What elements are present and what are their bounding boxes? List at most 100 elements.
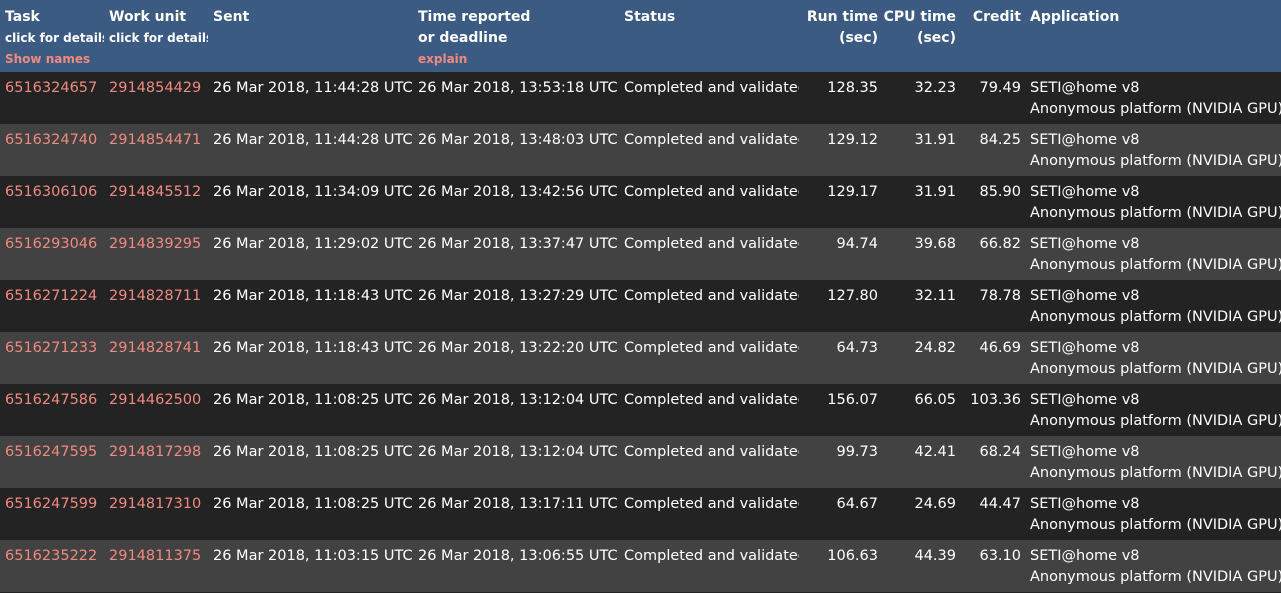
status-cell: Completed and validated [624,80,799,96]
application-cell: SETI@home v8 Anonymous platform (NVIDIA … [1026,540,1281,592]
run-time-cell: 128.35 [827,80,878,96]
task-link[interactable]: 6516247599 [5,496,97,512]
workunit-link[interactable]: 2914462500 [109,392,201,408]
header-workunit-sub: click for details [109,31,208,45]
header-status: Status [619,0,799,72]
header-sent: Sent [208,0,413,72]
header-run-time-unit: (sec) [839,30,878,46]
header-credit: Credit [961,0,1026,72]
workunit-link[interactable]: 2914817298 [109,444,201,460]
run-time-cell: 99.73 [836,444,878,460]
cpu-time-cell: 32.23 [914,80,956,96]
sent-cell: 26 Mar 2018, 11:44:28 UTC [213,132,413,148]
credit-cell: 66.82 [979,236,1021,252]
workunit-link[interactable]: 2914828711 [109,288,201,304]
header-cpu-time-label: CPU time [883,9,956,25]
cpu-time-cell: 31.91 [914,132,956,148]
header-time-reported-line2: or deadline [418,30,508,46]
task-link[interactable]: 6516324740 [5,132,97,148]
application-cell: SETI@home v8 Anonymous platform (NVIDIA … [1026,280,1281,332]
app-platform: Anonymous platform (NVIDIA GPU) [1030,153,1281,169]
sent-cell: 26 Mar 2018, 11:34:09 UTC [213,184,413,200]
table-row: 6516247599 2914817310 26 Mar 2018, 11:08… [0,488,1281,540]
app-platform: Anonymous platform (NVIDIA GPU) [1030,205,1281,221]
header-time-reported-label: Time reported [418,9,531,25]
workunit-link[interactable]: 2914828741 [109,340,201,356]
run-time-cell: 106.63 [827,548,878,564]
cpu-time-cell: 24.69 [914,496,956,512]
task-link[interactable]: 6516271224 [5,288,97,304]
status-cell: Completed and validated [624,340,799,356]
status-cell: Completed and validated [624,392,799,408]
status-cell: Completed and validated [624,288,799,304]
status-cell: Completed and validated [624,184,799,200]
sent-cell: 26 Mar 2018, 11:08:25 UTC [213,444,413,460]
table-row: 6516324740 2914854471 26 Mar 2018, 11:44… [0,124,1281,176]
task-link[interactable]: 6516235222 [5,548,97,564]
application-cell: SETI@home v8 Anonymous platform (NVIDIA … [1026,384,1281,436]
cpu-time-cell: 44.39 [914,548,956,564]
header-status-label: Status [624,9,676,25]
task-link[interactable]: 6516306106 [5,184,97,200]
table-header: Task click for details Show names Work u… [0,0,1281,72]
reported-cell: 26 Mar 2018, 13:12:04 UTC [418,392,618,408]
header-workunit-label: Work unit [109,9,187,25]
workunit-link[interactable]: 2914854471 [109,132,201,148]
table-row: 6516247586 2914462500 26 Mar 2018, 11:08… [0,384,1281,436]
application-cell: SETI@home v8 Anonymous platform (NVIDIA … [1026,124,1281,176]
table-row: 6516247595 2914817298 26 Mar 2018, 11:08… [0,436,1281,488]
task-link[interactable]: 6516247586 [5,392,97,408]
header-sent-label: Sent [213,9,250,25]
show-names-link[interactable]: Show names [5,49,104,70]
table-row: 6516324657 2914854429 26 Mar 2018, 11:44… [0,72,1281,124]
cpu-time-cell: 66.05 [914,392,956,408]
workunit-link[interactable]: 2914817310 [109,496,201,512]
cpu-time-cell: 42.41 [914,444,956,460]
app-platform: Anonymous platform (NVIDIA GPU) [1030,413,1281,429]
app-platform: Anonymous platform (NVIDIA GPU) [1030,257,1281,273]
sent-cell: 26 Mar 2018, 11:08:25 UTC [213,496,413,512]
workunit-link[interactable]: 2914845512 [109,184,201,200]
reported-cell: 26 Mar 2018, 13:22:20 UTC [418,340,618,356]
header-run-time-label: Run time [806,9,878,25]
app-name: SETI@home v8 [1030,340,1140,356]
task-link[interactable]: 6516271233 [5,340,97,356]
credit-cell: 46.69 [979,340,1021,356]
status-cell: Completed and validated [624,496,799,512]
reported-cell: 26 Mar 2018, 13:48:03 UTC [418,132,618,148]
application-cell: SETI@home v8 Anonymous platform (NVIDIA … [1026,436,1281,488]
reported-cell: 26 Mar 2018, 13:12:04 UTC [418,444,618,460]
credit-cell: 79.49 [979,80,1021,96]
header-task-label: Task [5,9,40,25]
credit-cell: 85.90 [979,184,1021,200]
app-platform: Anonymous platform (NVIDIA GPU) [1030,517,1281,533]
header-application-label: Application [1030,9,1120,25]
status-cell: Completed and validated [624,444,799,460]
run-time-cell: 156.07 [827,392,878,408]
reported-cell: 26 Mar 2018, 13:27:29 UTC [418,288,618,304]
application-cell: SETI@home v8 Anonymous platform (NVIDIA … [1026,332,1281,384]
app-name: SETI@home v8 [1030,288,1140,304]
credit-cell: 103.36 [970,392,1021,408]
app-platform: Anonymous platform (NVIDIA GPU) [1030,465,1281,481]
application-cell: SETI@home v8 Anonymous platform (NVIDIA … [1026,488,1281,540]
explain-link[interactable]: explain [418,49,619,70]
header-application: Application [1026,0,1281,72]
sent-cell: 26 Mar 2018, 11:03:15 UTC [213,548,413,564]
cpu-time-cell: 32.11 [914,288,956,304]
cpu-time-cell: 39.68 [914,236,956,252]
table-row: 6516293046 2914839295 26 Mar 2018, 11:29… [0,228,1281,280]
header-row: Task click for details Show names Work u… [0,0,1281,72]
sent-cell: 26 Mar 2018, 11:08:25 UTC [213,392,413,408]
workunit-link[interactable]: 2914811375 [109,548,201,564]
credit-cell: 78.78 [979,288,1021,304]
app-name: SETI@home v8 [1030,80,1140,96]
task-link[interactable]: 6516293046 [5,236,97,252]
workunit-link[interactable]: 2914839295 [109,236,201,252]
workunit-link[interactable]: 2914854429 [109,80,201,96]
task-link[interactable]: 6516247595 [5,444,97,460]
task-link[interactable]: 6516324657 [5,80,97,96]
app-name: SETI@home v8 [1030,132,1140,148]
table-body: 6516324657 2914854429 26 Mar 2018, 11:44… [0,72,1281,592]
app-name: SETI@home v8 [1030,496,1140,512]
